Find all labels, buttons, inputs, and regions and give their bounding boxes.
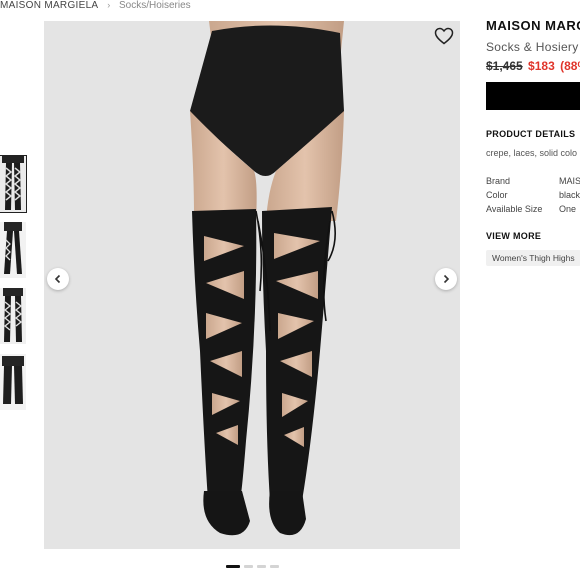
carousel-indicator <box>226 565 279 568</box>
product-subtitle: Socks & Hosiery <box>486 40 579 54</box>
product-details-title: PRODUCT DETAILS <box>486 129 576 139</box>
breadcrumb-category-link[interactable]: Socks/Hoiseries <box>119 0 191 11</box>
chevron-right-icon <box>443 274 450 284</box>
spec-row-color: Color black <box>486 190 580 204</box>
product-info-panel: MAISON MARG Socks & Hosiery $1,465 $183 … <box>486 18 580 266</box>
add-to-bag-button[interactable] <box>486 82 580 110</box>
spec-label: Color <box>486 190 508 200</box>
product-main-image[interactable] <box>44 21 460 549</box>
thumbnail-1[interactable] <box>0 155 27 213</box>
thumbnail-3[interactable] <box>0 288 26 344</box>
carousel-dot-4[interactable] <box>270 565 279 568</box>
product-brand[interactable]: MAISON MARG <box>486 18 580 33</box>
spec-value: black <box>559 190 580 200</box>
breadcrumb-brand-link[interactable]: MAISON MARGIELA <box>0 0 98 11</box>
carousel-dot-3[interactable] <box>257 565 266 568</box>
view-more-title: VIEW MORE <box>486 231 542 241</box>
spec-row-brand: Brand MAIS <box>486 176 580 190</box>
spec-label: Brand <box>486 176 511 186</box>
next-image-button[interactable] <box>435 268 457 290</box>
breadcrumb: MAISON MARGIELA › Socks/Hoiseries <box>0 0 191 14</box>
spec-value: One <box>559 204 577 214</box>
spec-label: Available Size <box>486 204 543 214</box>
thumbnail-4[interactable] <box>0 354 26 410</box>
product-description: crepe, laces, solid colo <box>486 148 578 158</box>
discount-percent: (88% <box>560 59 580 73</box>
previous-image-button[interactable] <box>47 268 69 290</box>
carousel-dot-2[interactable] <box>244 565 253 568</box>
spec-row-size: Available Size One <box>486 204 580 218</box>
carousel-dot-1[interactable] <box>226 565 240 568</box>
heart-icon[interactable] <box>434 27 454 45</box>
thumbnail-2[interactable] <box>0 222 26 278</box>
tag-womens-thigh-highs[interactable]: Women's Thigh Highs <box>486 250 580 266</box>
spec-value[interactable]: MAIS <box>559 176 580 190</box>
chevron-left-icon <box>54 274 61 284</box>
product-specs: Brand MAIS Color black Available Size On… <box>486 176 580 218</box>
thumbnail-list <box>0 155 30 420</box>
original-price: $1,465 <box>486 59 523 73</box>
sale-price: $183 <box>528 59 555 73</box>
product-photo <box>44 21 460 549</box>
price-row: $1,465 $183 (88% <box>486 59 580 73</box>
chevron-right-icon: › <box>107 0 111 10</box>
